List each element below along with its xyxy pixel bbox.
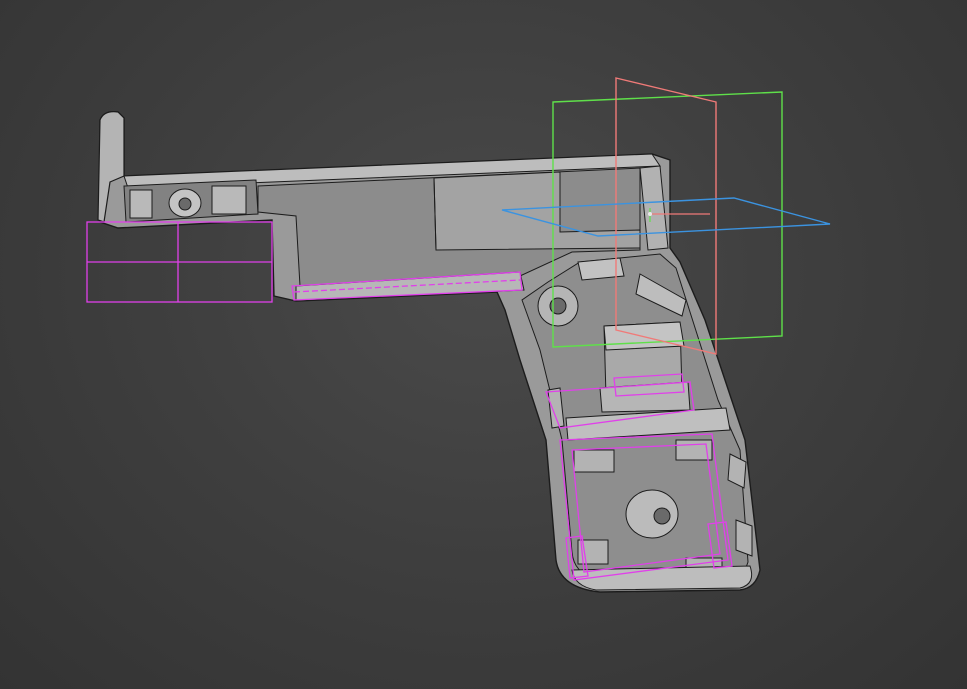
clip-top-left — [573, 449, 615, 473]
grip-side-tab-right-2 — [735, 519, 753, 557]
model-scene[interactable] — [0, 0, 967, 689]
pistol-frame-part[interactable] — [97, 110, 761, 593]
rear-block-right — [211, 185, 247, 215]
3d-viewport[interactable] — [0, 0, 967, 689]
grip-screw-hole — [653, 507, 671, 525]
rear-pin-hole — [178, 197, 192, 211]
origin-point[interactable] — [648, 212, 652, 216]
grip-rib-top — [577, 257, 625, 281]
rear-block-left — [129, 189, 153, 219]
